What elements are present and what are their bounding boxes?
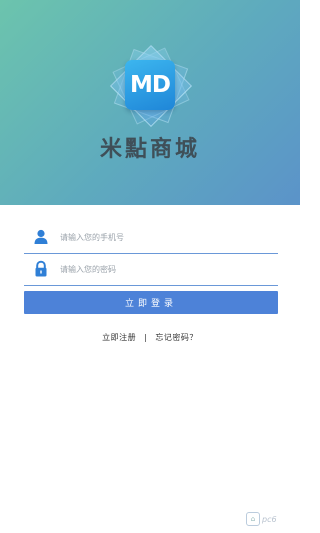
password-field[interactable]: 请输入您的密码 [24,253,278,286]
watermark: ⌂ pc6 [246,510,296,528]
phone-input[interactable]: 请输入您的手机号 [60,232,124,243]
user-icon [32,228,50,246]
login-button[interactable]: 立即登录 [24,291,278,314]
watermark-text: pc6 [262,514,277,524]
header-banner: MD 米點商城 [0,0,300,205]
lock-icon [32,260,50,278]
watermark-icon: ⌂ [246,512,260,526]
brand-name: 米點商城 [99,137,200,162]
forgot-password-link[interactable]: 忘记密码？ [155,332,198,343]
link-separator: | [144,333,148,342]
logo-tile: MD [125,60,175,110]
password-input[interactable]: 请输入您的密码 [60,264,116,275]
register-link[interactable]: 立即注册 [102,332,136,343]
phone-field[interactable]: 请输入您的手机号 [24,221,278,254]
app-logo: MD [108,43,193,128]
auth-links: 立即注册 | 忘记密码？ [0,332,300,343]
